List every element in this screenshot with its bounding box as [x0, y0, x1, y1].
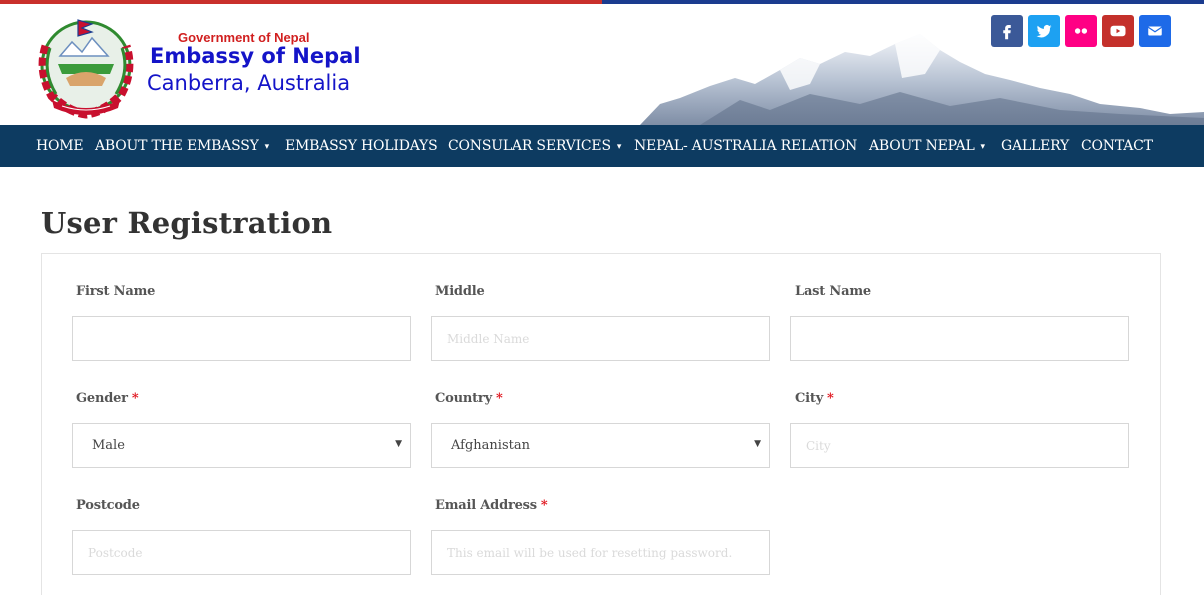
twitter-button[interactable]	[1028, 15, 1060, 47]
first-name-input[interactable]	[72, 316, 411, 361]
nav-about-nepal[interactable]: ABOUT NEPAL ▾	[869, 125, 985, 167]
postcode-label: Postcode	[76, 498, 140, 513]
select-arrow-icon: ▼	[395, 439, 402, 449]
twitter-icon	[1036, 24, 1052, 38]
country-select[interactable]: Afghanistan ▼	[431, 423, 770, 468]
nav-about-embassy[interactable]: ABOUT THE EMBASSY ▾	[95, 125, 269, 167]
nav-contact[interactable]: CONTACT	[1081, 125, 1153, 167]
flickr-icon	[1074, 28, 1088, 34]
required-marker: *	[131, 391, 139, 406]
email-label: Email Address *	[435, 498, 548, 513]
last-name-label: Last Name	[795, 284, 871, 299]
mountain-banner-image	[640, 34, 1204, 125]
page-title: User Registration	[41, 206, 333, 240]
required-marker: *	[827, 391, 834, 406]
nav-nepal-australia-relation[interactable]: NEPAL- AUSTRALIA RELATION	[634, 125, 857, 167]
postcode-input[interactable]	[72, 530, 411, 575]
nepal-emblem-logo[interactable]	[32, 16, 140, 120]
facebook-icon	[1003, 25, 1011, 40]
nav-dropdown-caret-icon: ▾	[616, 142, 622, 152]
last-name-input[interactable]	[790, 316, 1129, 361]
nav-home[interactable]: HOME	[36, 125, 84, 167]
nav-dropdown-caret-icon: ▾	[980, 142, 986, 152]
registration-form: First Name Middle Last Name Gender* Male…	[41, 253, 1161, 595]
nav-gallery[interactable]: GALLERY	[1001, 125, 1069, 167]
required-marker: *	[495, 391, 503, 406]
middle-name-input[interactable]	[431, 316, 770, 361]
flickr-button[interactable]	[1065, 15, 1097, 47]
embassy-title[interactable]: Embassy of Nepal	[150, 44, 361, 68]
required-marker: *	[540, 498, 548, 513]
nav-dropdown-caret-icon: ▾	[264, 142, 270, 152]
country-selected-value: Afghanistan	[451, 438, 530, 453]
embassy-location: Canberra, Australia	[147, 71, 351, 95]
nav-consular-services[interactable]: CONSULAR SERVICES ▾	[448, 125, 621, 167]
middle-name-label: Middle	[435, 284, 485, 299]
main-navigation: HOME ABOUT THE EMBASSY ▾ EMBASSY HOLIDAYS…	[0, 125, 1204, 167]
email-input[interactable]	[431, 530, 770, 575]
government-label: Government of Nepal	[178, 30, 310, 45]
email-icon	[1147, 26, 1163, 36]
gender-selected-value: Male	[92, 438, 125, 453]
nav-embassy-holidays[interactable]: EMBASSY HOLIDAYS	[285, 125, 438, 167]
youtube-button[interactable]	[1102, 15, 1134, 47]
city-input[interactable]	[790, 423, 1129, 468]
city-label: City *	[795, 391, 834, 406]
select-arrow-icon: ▼	[754, 439, 761, 449]
country-label: Country *	[435, 391, 503, 406]
email-button[interactable]	[1139, 15, 1171, 47]
facebook-button[interactable]	[991, 15, 1023, 47]
youtube-icon	[1110, 25, 1126, 37]
site-header: Government of Nepal Embassy of Nepal Can…	[0, 4, 1204, 125]
gender-label: Gender *	[76, 391, 139, 406]
first-name-label: First Name	[76, 284, 156, 299]
gender-select[interactable]: Male ▼	[72, 423, 411, 468]
